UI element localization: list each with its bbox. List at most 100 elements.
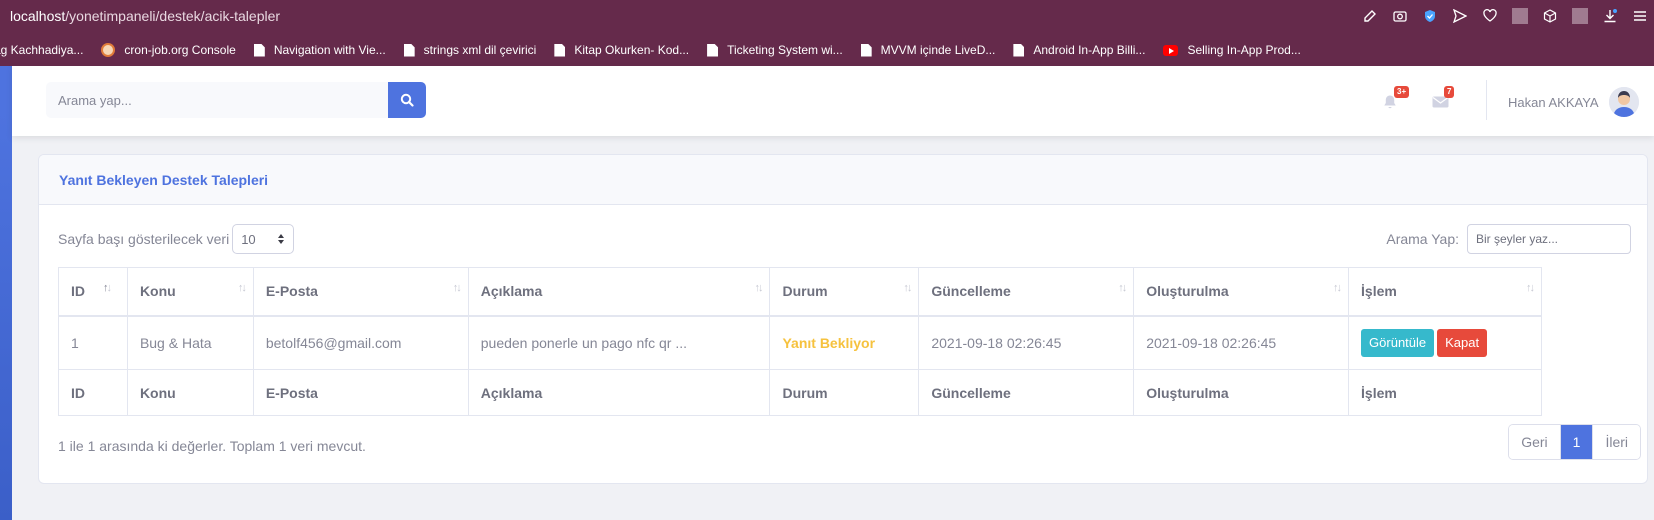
table-row: 1 Bug & Hata betolf456@gmail.com pueden … [58,315,1542,370]
cron-icon [101,43,116,57]
tickets-card: Yanıt Bekleyen Destek Talepleri Sayfa ba… [38,154,1648,484]
column-header-islem[interactable]: İşlem ↑↓ [1348,267,1542,317]
footer-eposta: E-Posta [252,369,469,416]
column-header-eposta[interactable]: E-Posta ↑↓ [252,267,469,317]
table-header-row: ID ↑↓ Konu ↑↓ E-Posta ↑↓ Açıklama ↑↓ Durum ↑↓… [58,267,1542,317]
footer-islem: İşlem [1348,369,1542,416]
page-length-select[interactable]: 10 [232,224,295,254]
bookmarks-bar: ag Kachhadiya... cron-job.org Console Na… [0,34,1654,66]
bookmark-item[interactable]: strings xml dil çevirici [403,43,536,57]
bookmark-label: MVVM içinde LiveD... [880,43,996,57]
select-arrows-icon [278,234,285,244]
column-header-olusturulma[interactable]: Oluşturulma ↑↓ [1133,267,1350,317]
sort-icon: ↑↓ [1118,282,1127,294]
edit-icon[interactable] [1362,8,1378,24]
bookmark-item[interactable]: MVVM içinde LiveD... [860,43,996,57]
footer-id: ID [58,369,128,416]
page-icon [403,43,415,57]
bookmark-item[interactable]: cron-job.org Console [101,43,236,57]
browser-url-bar[interactable]: localhost/yonetimpaneli/destek/acik-tale… [0,0,1654,34]
sort-icon: ↑↓ [1526,282,1535,294]
pagination-next[interactable]: İleri [1593,425,1640,459]
sort-icon: ↑↓ [237,282,247,294]
cell-konu: Bug & Hata [126,315,254,370]
bookmark-label: Android In-App Billi... [1033,43,1146,57]
topbar: 3+ 7 Hakan AKKAYA [12,66,1654,136]
page-length-label: Sayfa başı gösterilecek veri [58,231,230,247]
cell-islem: Görüntüle Kapat [1348,315,1542,370]
footer-olusturulma: Oluşturulma [1133,369,1350,416]
page-icon [554,43,566,57]
page-length-control: Sayfa başı gösterilecek veri 10 [58,224,295,254]
column-header-durum[interactable]: Durum ↑↓ [769,267,920,317]
table-info: 1 ile 1 arasında ki değerler. Toplam 1 v… [58,438,366,454]
close-ticket-button[interactable]: Kapat [1437,328,1488,357]
footer-konu: Konu [126,369,254,416]
column-header-konu[interactable]: Konu ↑↓ [126,267,254,317]
search-button[interactable] [388,82,426,118]
cell-eposta: betolf456@gmail.com [252,315,469,370]
bookmark-item[interactable]: Kitap Okurken- Kod... [554,43,689,57]
column-header-id[interactable]: ID ↑↓ [58,267,128,317]
page-icon [860,43,872,57]
search-icon [400,93,414,107]
cell-id: 1 [58,315,128,370]
bookmark-item[interactable]: Navigation with Vie... [253,43,386,57]
footer-guncelleme: Güncelleme [918,369,1135,416]
menu-icon[interactable] [1632,8,1648,24]
bookmark-label: Navigation with Vie... [273,43,386,57]
card-title: Yanıt Bekleyen Destek Talepleri [59,171,269,188]
user-dropdown[interactable]: Hakan AKKAYA [1496,82,1639,122]
messages-dropdown[interactable]: 7 [1432,86,1458,114]
cell-guncelleme: 2021-09-18 02:26:45 [918,315,1135,370]
column-label: Durum [782,283,828,300]
page-length-value: 10 [241,231,256,247]
search-input[interactable] [46,82,388,118]
bookmark-label: cron-job.org Console [124,43,236,57]
bookmark-item[interactable]: Selling In-App Prod... [1163,43,1301,57]
sort-icon: ↑↓ [754,282,763,294]
user-name: Hakan AKKAYA [1508,94,1599,110]
send-icon[interactable] [1452,8,1468,24]
table-footer-row: ID Konu E-Posta Açıklama Durum Güncellem… [58,369,1542,416]
bookmark-label: Kitap Okurken- Kod... [574,43,690,57]
filter-label: Arama Yap: [1386,231,1459,247]
pagination: Geri 1 İleri [1508,424,1641,460]
column-header-aciklama[interactable]: Açıklama ↑↓ [467,267,771,317]
bookmark-item[interactable]: Ticketing System wi... [707,43,843,57]
heart-icon[interactable] [1482,8,1498,24]
sidebar [0,66,12,520]
url-text[interactable]: localhost/yonetimpaneli/destek/acik-tale… [10,8,280,24]
pagination-page[interactable]: 1 [1560,425,1594,459]
camera-icon[interactable] [1392,8,1408,24]
alerts-dropdown[interactable]: 3+ [1382,86,1410,114]
messages-badge: 7 [1444,86,1455,98]
column-label: İşlem [1361,283,1397,300]
bookmark-item[interactable]: Android In-App Billi... [1013,43,1145,57]
avatar [1608,87,1639,117]
footer-aciklama: Açıklama [467,369,771,416]
sort-icon: ↑↓ [452,282,462,294]
footer-durum: Durum [769,369,920,416]
cube-icon[interactable] [1542,8,1558,24]
bookmark-item[interactable]: ag Kachhadiya... [0,43,83,57]
alerts-badge: 3+ [1394,86,1410,98]
sort-icon: ↑↓ [103,282,112,294]
column-header-guncelleme[interactable]: Güncelleme ↑↓ [918,267,1135,317]
column-label: ID [71,283,85,300]
column-label: Güncelleme [931,283,1011,300]
column-label: Oluşturulma [1146,283,1229,300]
bookmark-label: Ticketing System wi... [727,43,843,57]
page-icon [1013,43,1025,57]
card-header: Yanıt Bekleyen Destek Talepleri [39,155,1647,205]
filter-input[interactable] [1467,224,1631,254]
pagination-prev[interactable]: Geri [1509,425,1561,459]
sort-icon: ↑↓ [1333,282,1342,294]
toolbar-separator [1572,8,1588,24]
status-badge: Yanıt Bekliyor [782,334,876,351]
topbar-divider [1486,80,1487,120]
download-icon[interactable] [1602,8,1618,24]
shield-icon[interactable] [1422,8,1438,24]
view-button[interactable]: Görüntüle [1361,328,1435,357]
column-label: Konu [139,283,176,300]
